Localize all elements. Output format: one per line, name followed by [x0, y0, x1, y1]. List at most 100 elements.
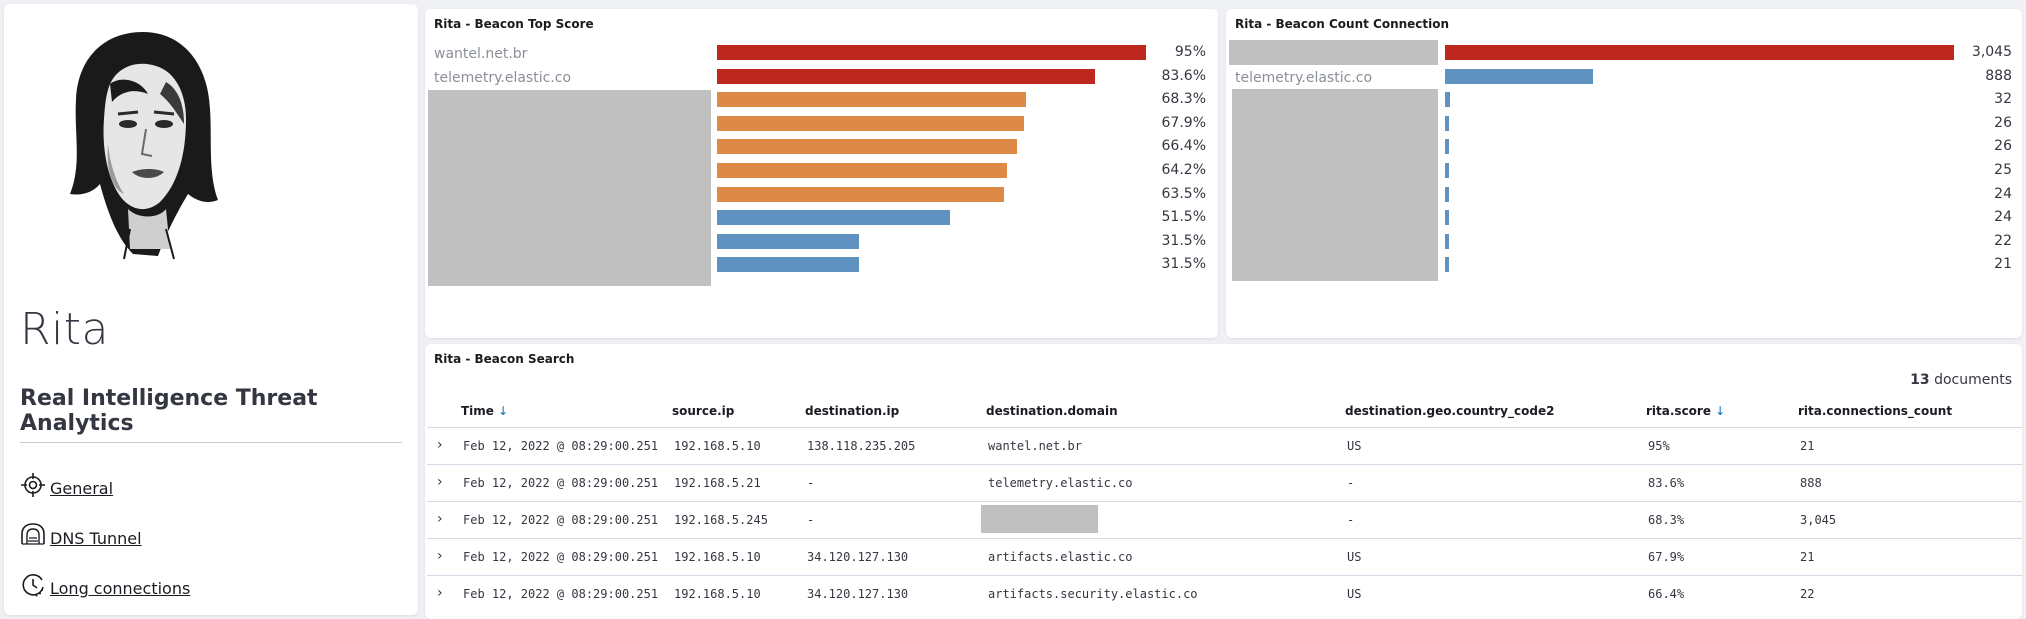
chart-bar[interactable]: [717, 115, 1024, 131]
table-cell: 138.118.235.205: [807, 439, 916, 453]
table-row[interactable]: › Feb 12, 2022 @ 08:29:00.251 192.168.5.21…: [427, 464, 2022, 501]
expand-row-icon[interactable]: ›: [437, 437, 443, 453]
table-cell: 192.168.5.245: [674, 513, 768, 527]
redacted-label: [1229, 40, 1438, 65]
redacted-labels: [428, 90, 711, 286]
bar-value-label: 31.5%: [1161, 232, 1206, 249]
column-header-destination-ip[interactable]: destination.ip: [805, 404, 899, 418]
column-header-connections-count[interactable]: rita.connections_count: [1798, 404, 1952, 418]
nav-item-general[interactable]: General: [20, 472, 113, 498]
bar-label: telemetry.elastic.co: [434, 70, 572, 86]
table-cell: Feb 12, 2022 @ 08:29:00.251: [463, 513, 659, 527]
table-cell: 83.6%: [1648, 476, 1685, 490]
column-header-country-code[interactable]: destination.geo.country_code2: [1345, 404, 1554, 418]
chart-bar[interactable]: [1445, 233, 1449, 249]
panel-title: Rita - Beacon Count Connection: [1235, 17, 1450, 31]
chart-bar[interactable]: [1445, 92, 1451, 108]
expand-row-icon[interactable]: ›: [437, 474, 443, 490]
chart-bar[interactable]: [717, 92, 1026, 108]
crosshair-icon: [21, 473, 45, 497]
bar-label: wantel.net.br: [434, 46, 528, 62]
beacon-top-score-panel: Rita - Beacon Top Score wantel.net.br te…: [425, 9, 1218, 338]
chart-bar[interactable]: [1445, 68, 1594, 84]
sort-arrow-icon[interactable]: ↓: [498, 404, 508, 418]
table-cell: 21: [1800, 439, 1815, 453]
app-subtitle: Real Intelligence Threat Analytics: [20, 386, 318, 436]
bar-value-label: 31.5%: [1161, 256, 1206, 273]
table-cell: -: [1347, 513, 1355, 527]
table-row[interactable]: › Feb 12, 2022 @ 08:29:00.251 192.168.5.24…: [427, 501, 2022, 538]
sort-arrow-icon[interactable]: ↓: [1715, 404, 1725, 418]
chart-bar[interactable]: [717, 68, 1095, 84]
bar-value-label: 25: [1994, 162, 2012, 178]
chart-bar[interactable]: [1445, 163, 1450, 178]
table-cell: 34.120.127.130: [807, 550, 909, 564]
chart-bar[interactable]: [1445, 115, 1450, 131]
chart-bar[interactable]: [1445, 257, 1449, 273]
chart-bar[interactable]: [1445, 45, 1954, 60]
table-cell: US: [1347, 439, 1362, 453]
table-cell: 67.9%: [1648, 550, 1685, 564]
table-cell: wantel.net.br: [988, 439, 1082, 453]
chart-bar[interactable]: [717, 233, 860, 249]
table-cell: -: [807, 513, 815, 527]
redacted-labels: [1232, 89, 1438, 281]
expand-row-icon[interactable]: ›: [437, 585, 443, 601]
column-header-rita-score[interactable]: rita.score ↓: [1646, 404, 1725, 418]
bar-value-label: 68.3%: [1161, 91, 1206, 108]
bar-value-label: 32: [1994, 91, 2012, 108]
table-cell: artifacts.security.elastic.co: [988, 587, 1198, 601]
bar-value-label: 21: [1994, 256, 2012, 273]
table-cell: 3,045: [1800, 513, 1837, 527]
doc-count-number: 13: [1910, 372, 1930, 388]
chart-bar[interactable]: [717, 210, 950, 226]
chart-bar[interactable]: [1445, 210, 1449, 226]
expand-row-icon[interactable]: ›: [437, 511, 443, 527]
table-cell: Feb 12, 2022 @ 08:29:00.251: [463, 476, 659, 490]
table-cell: 95%: [1648, 439, 1670, 453]
beacon-search-panel: Rita - Beacon Search 13 documents Time ↓…: [425, 344, 2022, 619]
table-cell: 34.120.127.130: [807, 587, 909, 601]
chart-bar[interactable]: [717, 139, 1018, 155]
nav-dns-tunnel-link[interactable]: DNS Tunnel: [50, 529, 142, 548]
table-cell: Feb 12, 2022 @ 08:29:00.251: [463, 550, 659, 564]
table-cell: 192.168.5.10: [674, 587, 761, 601]
table-cell: US: [1347, 550, 1362, 564]
table-cell: telemetry.elastic.co: [988, 476, 1133, 490]
bar-value-label: 51.5%: [1161, 209, 1206, 226]
table-row[interactable]: › Feb 12, 2022 @ 08:29:00.251 192.168.5.10…: [427, 575, 2022, 612]
bar-value-label: 3,045: [1971, 44, 2012, 60]
clock-icon: [22, 574, 44, 597]
chart-bar[interactable]: [717, 257, 860, 273]
nav-item-long-connections[interactable]: Long connections: [20, 572, 190, 598]
bar-value-label: 63.5%: [1161, 185, 1206, 202]
column-header-destination-domain[interactable]: destination.domain: [986, 404, 1118, 418]
nav-general-link[interactable]: General: [50, 479, 113, 498]
chart-bar[interactable]: [1445, 139, 1450, 155]
table-cell: 66.4%: [1648, 587, 1685, 601]
column-header-time[interactable]: Time ↓: [461, 404, 508, 418]
table-cell: artifacts.elastic.co: [988, 550, 1133, 564]
bar-value-label: 83.6%: [1161, 67, 1206, 84]
table-cell: Feb 12, 2022 @ 08:29:00.251: [463, 439, 659, 453]
expand-row-icon[interactable]: ›: [437, 548, 443, 564]
column-header-source-ip[interactable]: source.ip: [672, 404, 734, 418]
chart-bar[interactable]: [717, 186, 1005, 202]
table-row[interactable]: › Feb 12, 2022 @ 08:29:00.251 192.168.5.10…: [427, 427, 2022, 464]
chart-bar[interactable]: [1445, 186, 1449, 202]
beacon-count-connection-panel: Rita - Beacon Count Connection telemetry…: [1226, 9, 2022, 338]
chart-bar[interactable]: [717, 45, 1147, 60]
bar-value-label: 24: [1994, 209, 2012, 226]
table-cell: Feb 12, 2022 @ 08:29:00.251: [463, 587, 659, 601]
divider: [20, 442, 402, 443]
bar-value-label: 95%: [1174, 44, 1206, 60]
table-cell: -: [807, 476, 815, 490]
chart-bar[interactable]: [717, 163, 1008, 178]
panel-title: Rita - Beacon Search: [434, 352, 575, 366]
document-count: 13 documents: [1910, 372, 2012, 388]
bar-value-label: 67.9%: [1161, 114, 1206, 131]
bar-value-label: 22: [1994, 232, 2012, 249]
nav-item-dns-tunnel[interactable]: DNS Tunnel: [20, 522, 142, 548]
table-row[interactable]: › Feb 12, 2022 @ 08:29:00.251 192.168.5.10…: [427, 538, 2022, 575]
nav-long-connections-link[interactable]: Long connections: [50, 579, 190, 598]
